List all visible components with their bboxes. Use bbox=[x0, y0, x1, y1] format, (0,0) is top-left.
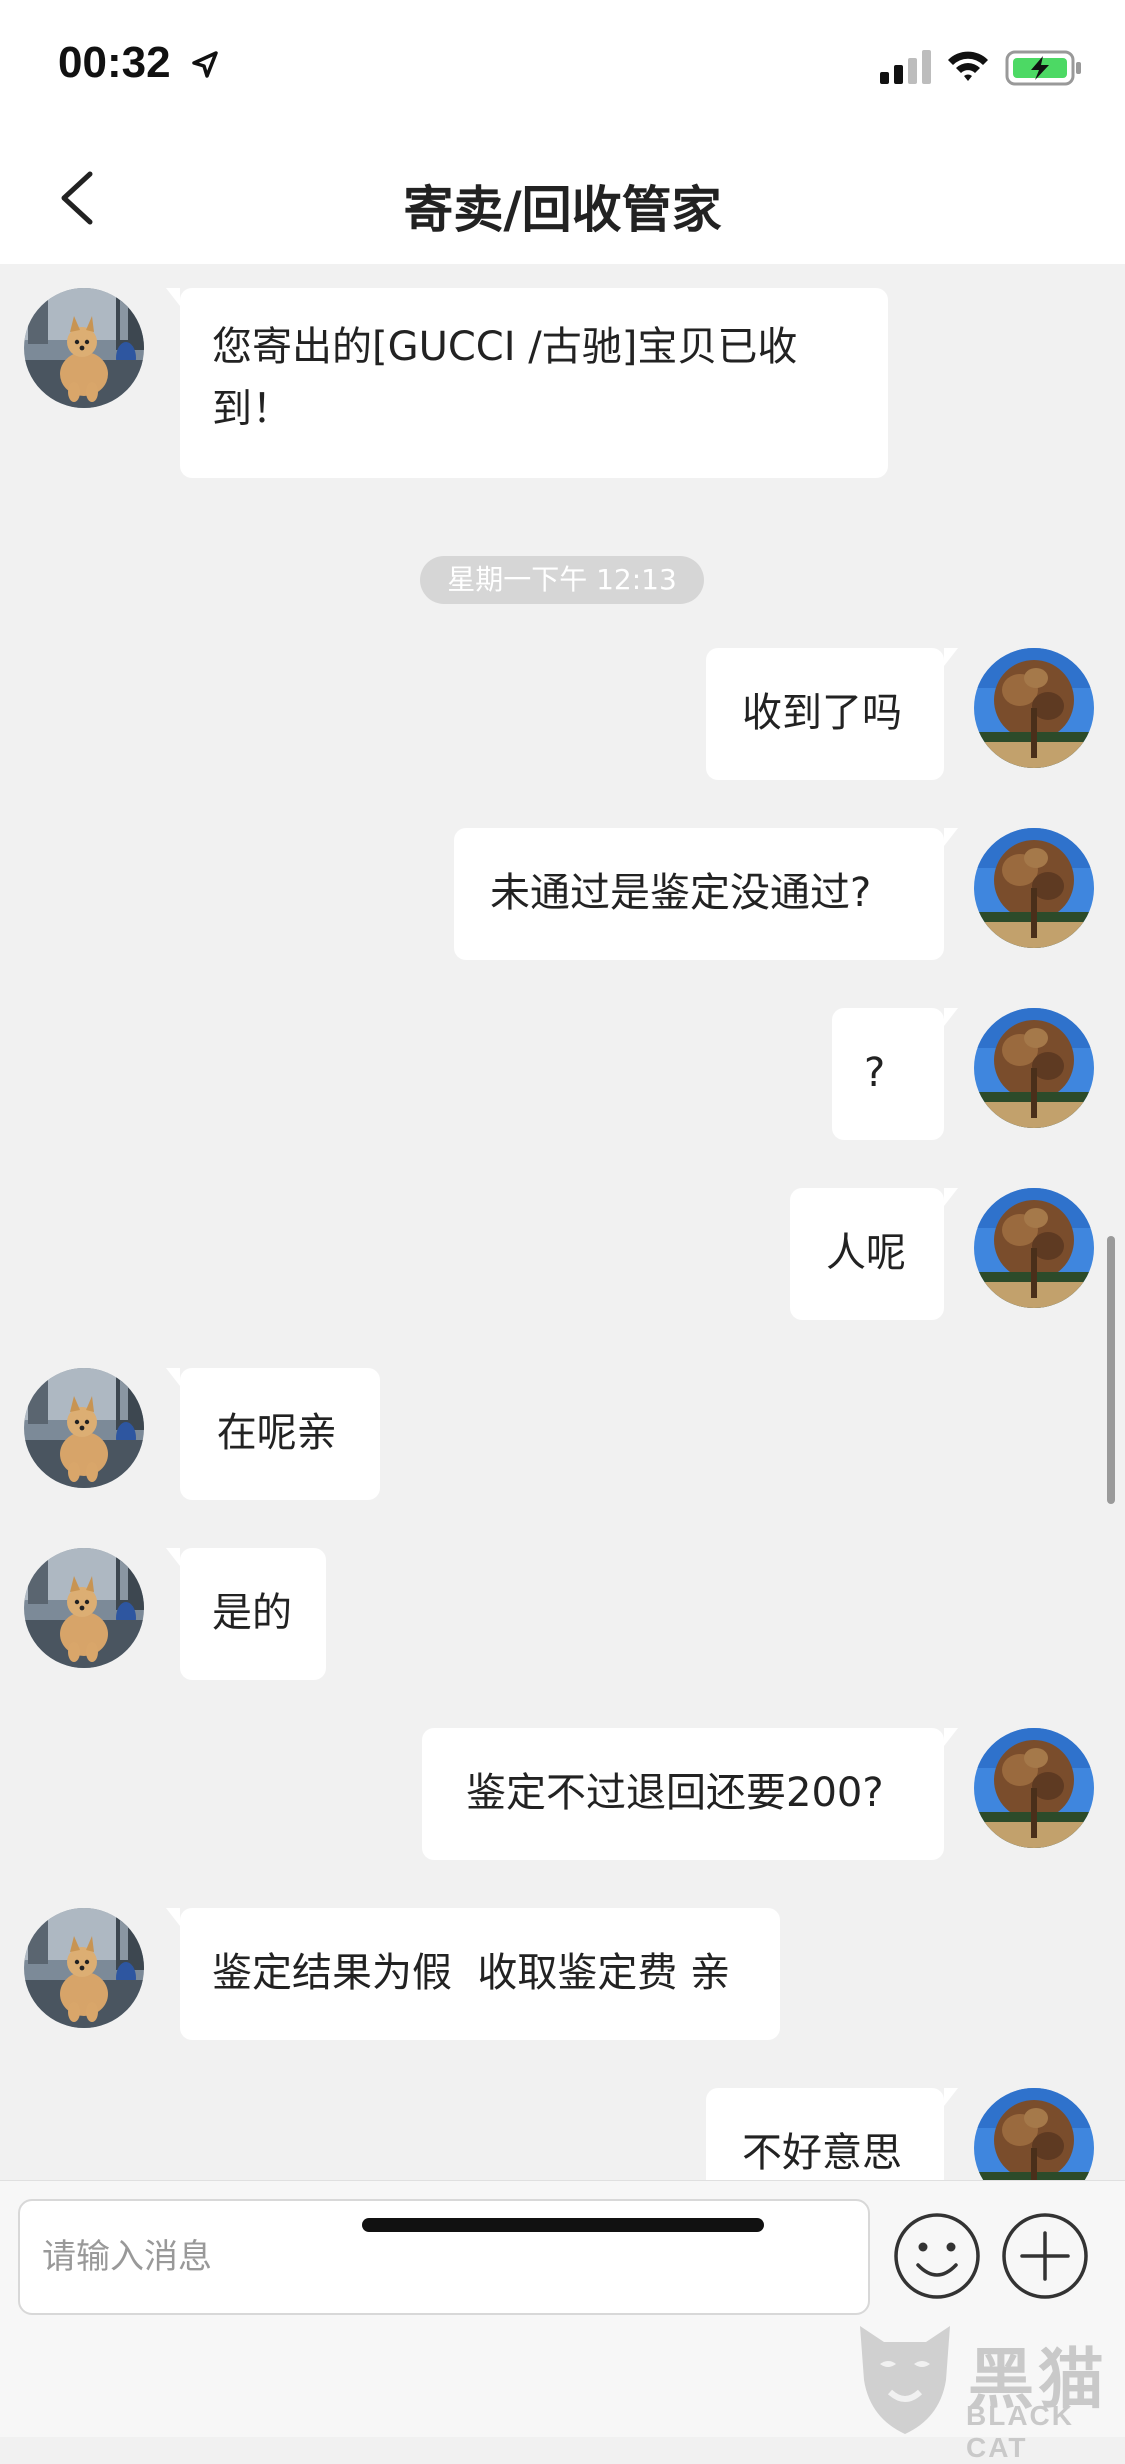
message-bubble-sent[interactable]: 人呢 bbox=[790, 1188, 958, 1320]
page-title: 寄卖/回收管家 bbox=[403, 181, 722, 239]
cat-logo-icon bbox=[860, 2326, 950, 2434]
chat-scrollbar[interactable] bbox=[1107, 1236, 1115, 1504]
message-text: 在呢亲 bbox=[204, 1410, 337, 1456]
message-text: 鉴定不过退回还要200? bbox=[466, 1770, 884, 1816]
tree-avatar[interactable] bbox=[974, 1188, 1094, 1308]
message-bubble-received[interactable]: 鉴定结果为假 收取鉴定费 亲 bbox=[166, 1908, 780, 2040]
chat-messages[interactable]: 您寄出的[GUCCI /古驰]宝贝已收 到！ 星期一下午 12:13 收到了吗 … bbox=[0, 264, 1125, 2180]
message-bubble-sent[interactable]: 未通过是鉴定没通过? bbox=[454, 828, 958, 960]
message-bubble-received[interactable]: 在呢亲 bbox=[166, 1368, 380, 1500]
tree-avatar[interactable] bbox=[974, 2088, 1094, 2180]
message-text: 人呢 bbox=[826, 1230, 906, 1276]
message-text: 到！ bbox=[212, 386, 292, 432]
black-cat-watermark: 黑猫 BLACK CAT bbox=[850, 2318, 1125, 2463]
message-text: 您寄出的[GUCCI /古驰]宝贝已收 bbox=[212, 324, 798, 370]
timestamp-label: 星期一下午 12:13 bbox=[420, 556, 704, 604]
dog-avatar[interactable] bbox=[24, 1548, 144, 1668]
dog-avatar[interactable] bbox=[24, 288, 144, 408]
smiley-face-icon bbox=[894, 2213, 980, 2299]
emoji-button[interactable] bbox=[892, 2211, 982, 2301]
message-text: 收到了吗 bbox=[742, 690, 902, 736]
home-indicator[interactable] bbox=[362, 2218, 764, 2232]
more-options-button[interactable] bbox=[1000, 2211, 1090, 2301]
message-text: 鉴定结果为假 收取鉴定费 亲 bbox=[212, 1950, 731, 1996]
tree-avatar[interactable] bbox=[974, 1008, 1094, 1128]
battery-charging-icon bbox=[1005, 50, 1081, 86]
message-bubble-sent[interactable]: 鉴定不过退回还要200? bbox=[422, 1728, 958, 1860]
plus-circle-icon bbox=[1002, 2213, 1088, 2299]
dog-avatar[interactable] bbox=[24, 1368, 144, 1488]
status-bar: 00:32 bbox=[0, 0, 1125, 132]
message-bubble-received[interactable]: 是的 bbox=[166, 1548, 326, 1680]
message-bubble-sent[interactable]: 收到了吗 bbox=[706, 648, 958, 780]
tree-avatar[interactable] bbox=[974, 1728, 1094, 1848]
message-text: 不好意思 bbox=[742, 2130, 902, 2176]
tree-avatar[interactable] bbox=[974, 648, 1094, 768]
message-text: 是的 bbox=[212, 1590, 292, 1636]
message-text: ? bbox=[864, 1050, 886, 1096]
watermark-subtext: BLACK CAT bbox=[966, 2400, 1074, 2463]
message-bubble-sent[interactable]: 不好意思 bbox=[706, 2088, 958, 2180]
location-arrow-icon bbox=[192, 51, 218, 78]
message-text: 未通过是鉴定没通过? bbox=[490, 870, 872, 916]
cellular-signal-icon bbox=[880, 50, 931, 84]
navigation-bar: 寄卖/回收管家 bbox=[0, 132, 1125, 264]
tree-avatar[interactable] bbox=[974, 828, 1094, 948]
message-input[interactable] bbox=[18, 2199, 870, 2315]
message-bubble-sent[interactable]: ? bbox=[832, 1008, 958, 1140]
status-time: 00:32 bbox=[58, 38, 171, 87]
wifi-icon bbox=[948, 51, 988, 81]
dog-avatar[interactable] bbox=[24, 1908, 144, 2028]
message-bubble-received[interactable]: 您寄出的[GUCCI /古驰]宝贝已收 到！ bbox=[166, 288, 888, 478]
